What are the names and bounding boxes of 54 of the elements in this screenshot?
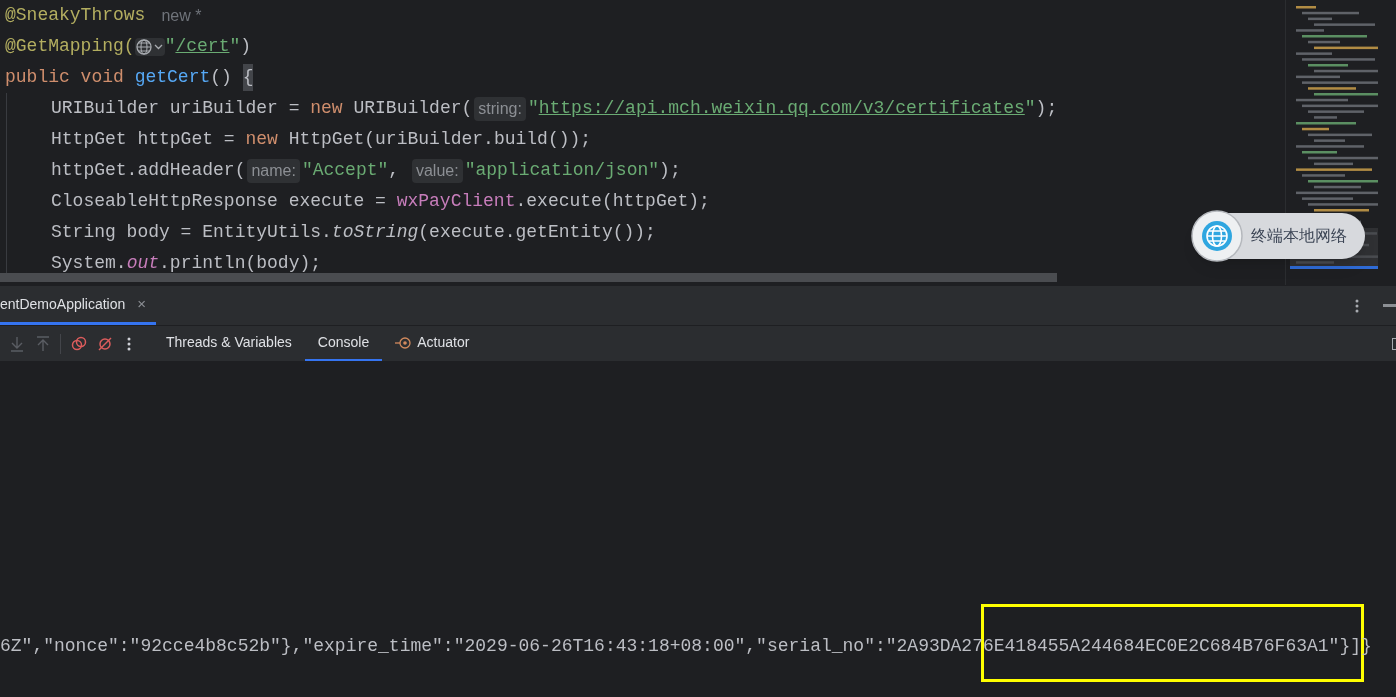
code-token: HttpGet httpGet = [51, 128, 236, 151]
code-token: " [527, 97, 539, 120]
code-token: out [126, 252, 160, 275]
download-icon[interactable] [10, 335, 24, 352]
code-token: new [310, 97, 344, 120]
more-options-icon[interactable] [1355, 298, 1359, 313]
code-token: wxPayClient [396, 190, 516, 213]
code-token: URIBuilder( [353, 97, 473, 120]
code-token: "application/json" [464, 159, 660, 182]
code-token: .execute(httpGet); [515, 190, 710, 213]
code-token: " [229, 35, 241, 58]
globe-chevron-icon[interactable] [134, 37, 165, 56]
code-token: new [245, 128, 279, 151]
horizontal-scrollbar[interactable] [0, 273, 1057, 282]
close-icon[interactable]: × [137, 292, 147, 316]
code-token: " [1024, 97, 1036, 120]
mute-breakpoints-icon[interactable] [97, 335, 113, 352]
code-token: () [210, 66, 233, 89]
parameter-hint: value: [411, 158, 463, 183]
more-options-icon[interactable] [127, 336, 131, 351]
code-token: @SneakyThrows [5, 4, 146, 27]
code-token: (execute.getEntity()); [418, 221, 656, 244]
parameter-hint: string: [474, 96, 526, 121]
code-token: toString [331, 221, 419, 244]
badge-label: 终端本地网络 [1251, 226, 1347, 246]
code-token: public void [5, 66, 125, 89]
code-token: getCert [134, 66, 211, 89]
usage-hint[interactable]: new * [161, 3, 202, 28]
code-token: { [242, 64, 254, 91]
code-token: URIBuilder uriBuilder = [51, 97, 301, 120]
code-token: "Accept" [301, 159, 389, 182]
code-token: @GetMapping( [5, 35, 135, 58]
code-token: .println(body); [159, 252, 322, 275]
parameter-hint: name: [247, 158, 300, 183]
globe-icon [1191, 210, 1243, 262]
code-token: httpGet.addHeader( [51, 159, 246, 182]
upload-icon[interactable] [36, 335, 50, 352]
network-badge[interactable]: 终端本地网络 [1193, 213, 1365, 259]
code-token: HttpGet(uriBuilder.build()); [288, 128, 592, 151]
target-icon [395, 335, 412, 350]
toolbar-overflow-icon[interactable] [1392, 337, 1396, 350]
tool-tab[interactable]: Actuator [382, 326, 483, 361]
code-token: ) [240, 35, 252, 58]
code-token: CloseableHttpResponse execute = [51, 190, 387, 213]
code-token: " [164, 35, 176, 58]
code-token: https://api.mch.weixin.qq.com/v3/certificates [538, 97, 1025, 120]
code-token: ); [1035, 97, 1058, 120]
code-token: ); [659, 159, 681, 182]
breakpoints-icon[interactable] [71, 335, 87, 352]
code-token: /cert [175, 35, 230, 58]
code-token: , [388, 159, 401, 182]
code-token: System. [51, 252, 127, 275]
code-token: String body = EntityUtils. [51, 221, 332, 244]
tool-tab[interactable]: Threads & Variables [153, 326, 305, 361]
